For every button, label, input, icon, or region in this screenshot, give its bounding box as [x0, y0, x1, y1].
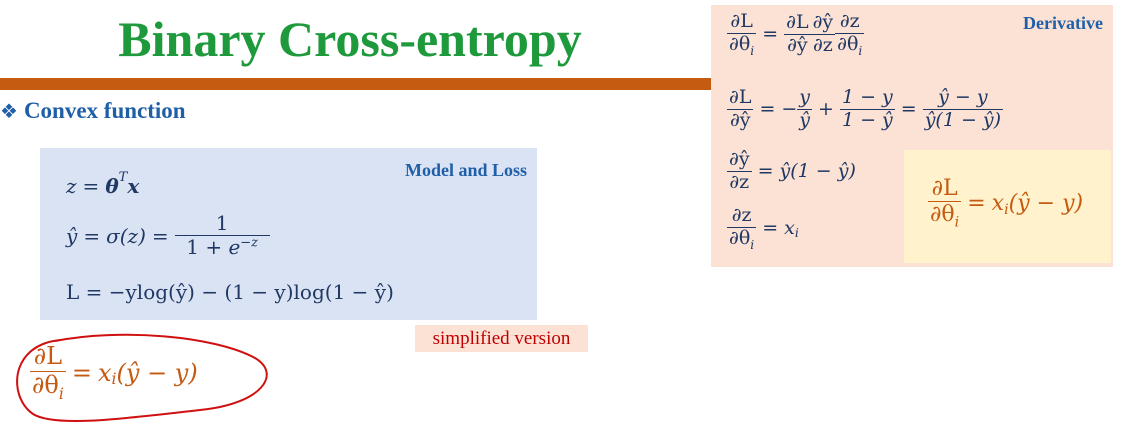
plus: + [818, 98, 834, 121]
numerator: ∂L [784, 11, 811, 35]
den-base: ∂θ [729, 32, 751, 55]
denominator: ∂z [729, 170, 750, 193]
gradient-result-box: ∂L ∂θi = x i (ŷ − y) [904, 150, 1111, 263]
numerator: 1 − y [839, 86, 895, 110]
rhs: ŷ(1 − ŷ) [779, 160, 856, 183]
dL-dyhat-equation: ∂L ∂ŷ = − y ŷ + 1 − y 1 − ŷ = ŷ − y ŷ(1 … [727, 86, 1004, 132]
frac-result: ŷ − y ŷ(1 − ŷ) [922, 86, 1004, 132]
denominator: ∂ŷ [787, 33, 808, 56]
equals: = [900, 98, 917, 121]
denominator: ∂θi [835, 32, 864, 58]
equals: = [757, 160, 774, 183]
rhs-rest: (ŷ − y) [1008, 191, 1084, 217]
derivative-label: Derivative [1023, 13, 1103, 33]
denominator: ∂θi [727, 226, 756, 252]
denominator: ∂θi [727, 32, 756, 58]
numerator: ŷ − y [922, 86, 1004, 110]
gradient-result: ∂L ∂θi = x i (ŷ − y) [928, 176, 1083, 231]
den-sub: i [750, 237, 755, 252]
numerator: ∂z [727, 204, 757, 228]
frac-dL-dyhat: ∂L ∂ŷ [784, 11, 811, 57]
numerator: ∂L [727, 86, 754, 110]
numerator: ∂L [928, 176, 962, 203]
denominator: ∂θi [928, 202, 961, 231]
frac-1my-1myhat: 1 − y 1 − ŷ [839, 86, 895, 132]
den-base: ∂θ [729, 226, 751, 249]
frac-dL-dtheta: ∂L ∂θi [727, 10, 757, 58]
minus: − [781, 98, 798, 121]
numerator: y [797, 86, 813, 110]
denominator: ∂z [812, 33, 833, 56]
dyhat-dz-equation: ∂ŷ ∂z = ŷ(1 − ŷ) [727, 148, 856, 194]
equals: = [967, 191, 986, 217]
denominator: 1 − ŷ [841, 108, 893, 131]
chain-rule-equation: ∂L ∂θi = ∂L ∂ŷ ∂ŷ ∂z ∂z ∂θi [727, 10, 865, 58]
frac-dyhat-dz: ∂ŷ ∂z [810, 11, 836, 57]
x-sub: i [794, 226, 799, 241]
frac-dz-dtheta: ∂z ∂θi [727, 204, 757, 252]
denominator: ∂ŷ [729, 108, 751, 131]
frac-y-yhat: y ŷ [797, 86, 813, 132]
denominator: ŷ(1 − ŷ) [924, 108, 1002, 131]
frac-dL-dyhat: ∂L ∂ŷ [727, 86, 754, 132]
den-sub: i [954, 214, 960, 231]
den-base: ∂θ [837, 32, 859, 55]
den-sub: i [750, 43, 755, 58]
result-fraction: ∂L ∂θi [928, 176, 962, 231]
x-symbol: x [991, 191, 1005, 217]
numerator: ∂L [727, 10, 757, 34]
numerator: ∂z [835, 10, 865, 34]
denominator: ŷ [799, 108, 811, 131]
x-symbol: x [784, 217, 795, 240]
equals: = [762, 23, 779, 46]
den-base: ∂θ [930, 202, 955, 228]
equals: = [759, 98, 776, 121]
frac-dyhat-dz: ∂ŷ ∂z [727, 148, 752, 194]
numerator: ∂ŷ [810, 11, 836, 35]
numerator: ∂ŷ [727, 148, 752, 172]
dz-dtheta-equation: ∂z ∂θi = xi [727, 204, 799, 252]
frac-dz-dtheta: ∂z ∂θi [835, 10, 865, 58]
den-sub: i [858, 43, 863, 58]
equals: = [762, 217, 779, 240]
